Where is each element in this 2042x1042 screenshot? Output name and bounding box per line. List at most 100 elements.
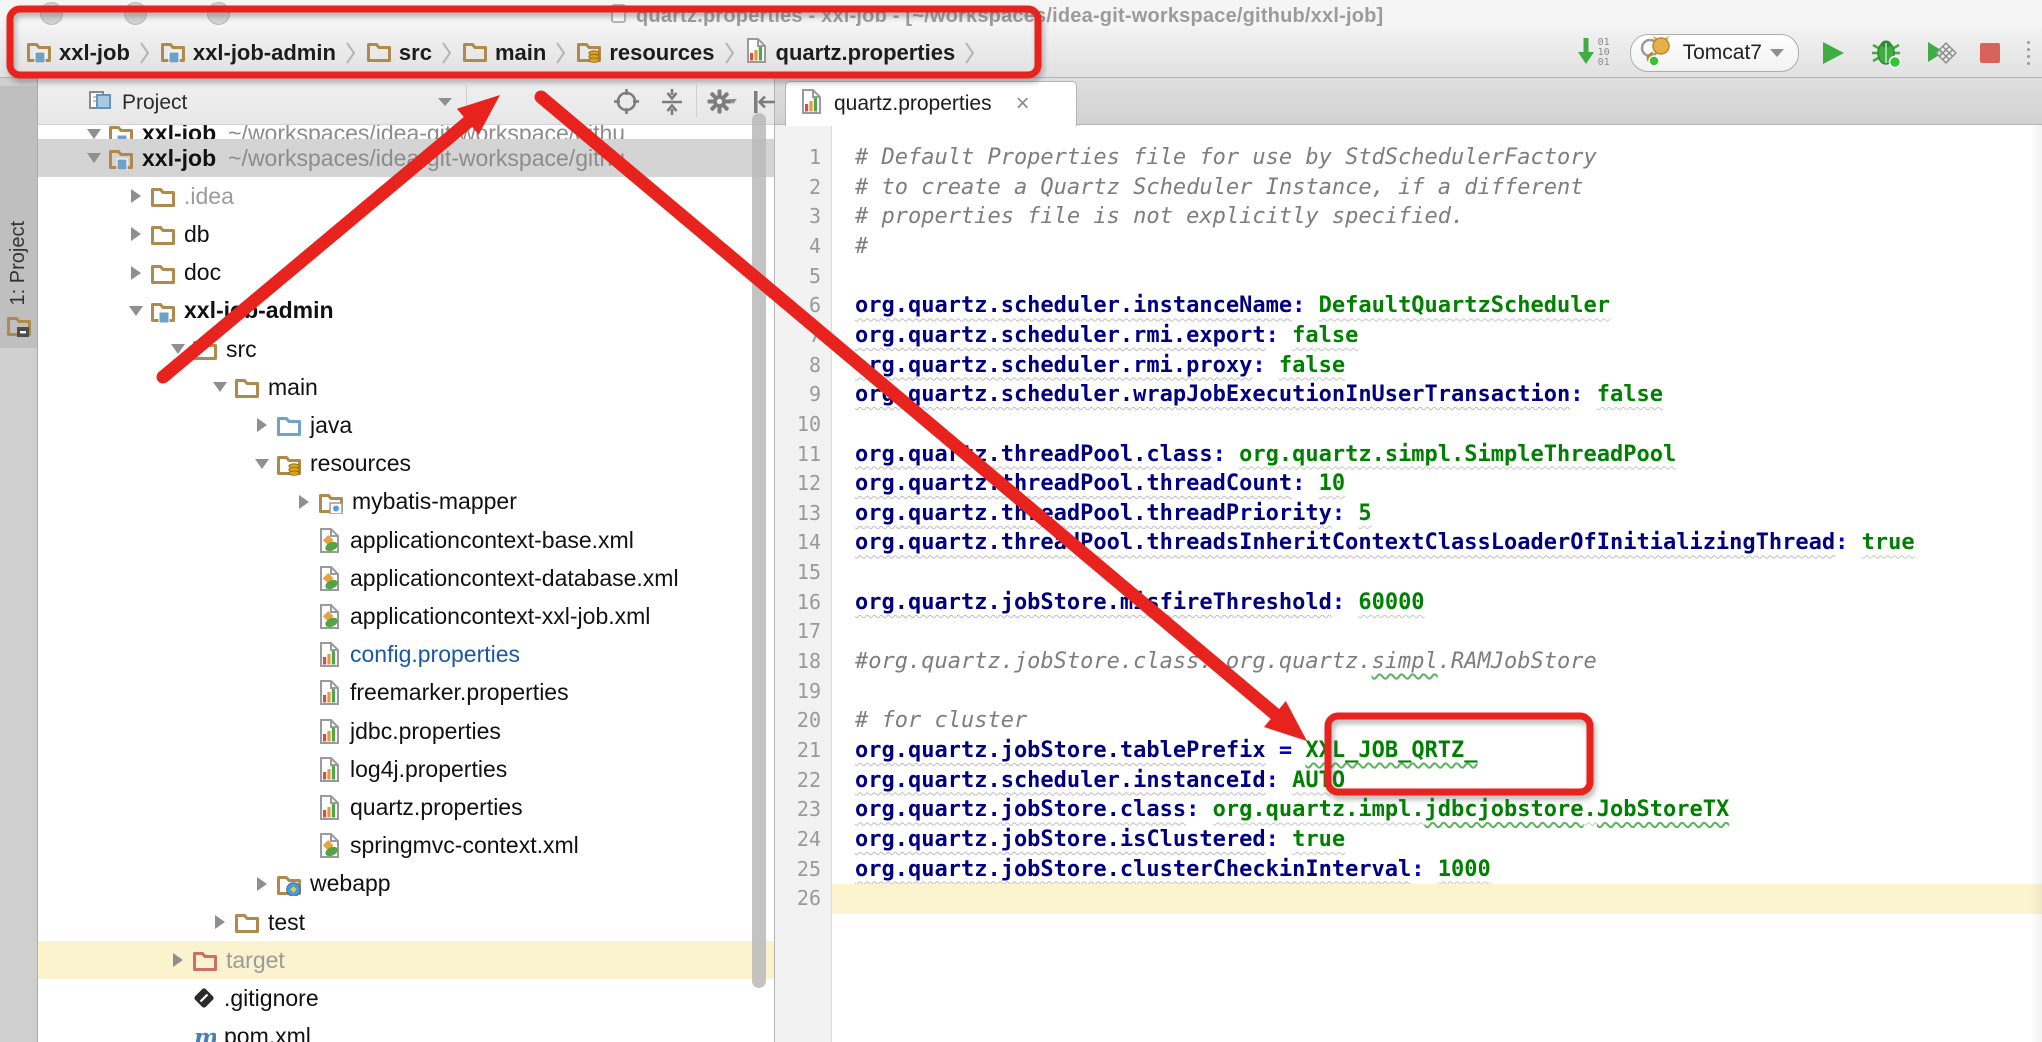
locate-file-button[interactable] — [613, 88, 640, 115]
code-line[interactable]: org.quartz.threadPool.class: org.quartz.… — [855, 440, 1676, 470]
code-line[interactable]: # for cluster — [855, 706, 1027, 736]
code-line[interactable]: # properties file is not explicitly spec… — [855, 202, 1464, 232]
tree-item-resources[interactable]: resources — [38, 445, 774, 483]
code-line[interactable]: org.quartz.jobStore.isClustered: true — [855, 825, 1345, 855]
stop-button[interactable] — [1977, 40, 2003, 66]
collapse-all-button[interactable] — [658, 88, 686, 116]
module-folder-icon — [150, 299, 176, 323]
code-line[interactable]: org.quartz.threadPool.threadsInheritCont… — [855, 528, 1915, 558]
chevron-down-icon[interactable] — [438, 98, 452, 106]
settings-gear-button[interactable] — [706, 88, 740, 116]
tree-item-test[interactable]: test — [38, 903, 774, 941]
breadcrumb-item-quartz.properties[interactable]: quartz.properties — [745, 37, 956, 69]
tree-item-config.properties[interactable]: config.properties — [38, 636, 774, 674]
code-line[interactable]: org.quartz.threadPool.threadPriority: 5 — [855, 499, 1372, 529]
expand-toggle[interactable] — [124, 266, 148, 280]
code-line[interactable]: org.quartz.scheduler.wrapJobExecutionInU… — [855, 380, 1663, 410]
run-button[interactable] — [1819, 39, 1847, 67]
run-with-coverage-button[interactable] — [1925, 38, 1957, 68]
tree-item-webapp[interactable]: webapp — [38, 865, 774, 903]
tree-item-xxl-job[interactable]: xxl-job~/workspaces/idea-git-workspace/g… — [38, 139, 774, 177]
debug-button[interactable] — [1867, 37, 1905, 69]
tree-item-java[interactable]: java — [38, 406, 774, 444]
run-configuration-select[interactable]: Tomcat7 — [1630, 34, 1799, 72]
tree-item-applicationcontext-xxl-job.xml[interactable]: applicationcontext-xxl-job.xml — [38, 597, 774, 635]
title-bar: quartz.properties - xxl-job - [~/workspa… — [0, 0, 2042, 29]
tree-item-quartz.properties[interactable]: quartz.properties — [38, 788, 774, 826]
tree-item-.idea[interactable]: .idea — [38, 177, 774, 215]
expand-toggle[interactable] — [124, 306, 148, 316]
tomcat-icon — [1639, 35, 1675, 72]
expand-toggle[interactable] — [166, 953, 190, 967]
close-window-button[interactable] — [40, 2, 63, 25]
code-segment: 60000 — [1358, 590, 1424, 615]
expand-toggle[interactable] — [124, 189, 148, 203]
code-line[interactable]: org.quartz.scheduler.instanceName: Defau… — [855, 291, 1610, 321]
expand-toggle[interactable] — [292, 495, 316, 509]
expand-toggle[interactable] — [250, 418, 274, 432]
code-line[interactable]: org.quartz.scheduler.rmi.export: false — [855, 321, 1358, 351]
tab-quartz-properties[interactable]: quartz.properties × — [785, 81, 1077, 126]
tree-item-applicationcontext-database.xml[interactable]: applicationcontext-database.xml — [38, 559, 774, 597]
tree-item-main[interactable]: main — [38, 368, 774, 406]
tree-item-target[interactable]: target — [38, 941, 774, 979]
code-line[interactable]: org.quartz.jobStore.tablePrefix = XXL_JO… — [855, 736, 1478, 766]
code-line[interactable]: org.quartz.jobStore.misfireThreshold: 60… — [855, 588, 1425, 618]
code-segment: org.quartz.jobStore.tablePrefix — [855, 738, 1266, 763]
code-line[interactable]: # to create a Quartz Scheduler Instance,… — [855, 173, 1583, 203]
tree-item-freemarker.properties[interactable]: freemarker.properties — [38, 674, 774, 712]
tree-item-jdbc.properties[interactable]: jdbc.properties — [38, 712, 774, 750]
editor-body[interactable]: 1234567891011121314151617181920212223242… — [775, 125, 2042, 1042]
maven-file-icon: m — [192, 1024, 216, 1042]
breadcrumb-item-src[interactable]: src — [366, 39, 432, 68]
tree-item-applicationcontext-base.xml[interactable]: applicationcontext-base.xml — [38, 521, 774, 559]
code-line[interactable]: # Default Properties file for use by Std… — [855, 143, 1597, 173]
tree-item-log4j.properties[interactable]: log4j.properties — [38, 750, 774, 788]
expand-toggle[interactable] — [82, 153, 106, 163]
code-line[interactable]: org.quartz.jobStore.class: org.quartz.im… — [855, 795, 1729, 825]
code-line[interactable]: # — [855, 232, 868, 262]
tree-item-.gitignore[interactable]: .gitignore — [38, 979, 774, 1017]
breadcrumb-item-xxl-job-admin[interactable]: xxl-job-admin — [160, 39, 336, 68]
expand-toggle[interactable] — [208, 382, 232, 392]
hide-panel-button[interactable] — [750, 88, 778, 116]
tree-item-src[interactable]: src — [38, 330, 774, 368]
expand-toggle[interactable] — [82, 129, 106, 139]
breadcrumb-label: main — [495, 40, 546, 66]
code-line[interactable]: org.quartz.jobStore.clusterCheckinInterv… — [855, 855, 1491, 885]
breadcrumb-item-xxl-job[interactable]: xxl-job — [26, 39, 130, 68]
tree-item-mybatis-mapper[interactable]: mybatis-mapper — [38, 483, 774, 521]
folder-icon — [234, 375, 260, 399]
tree-item-label: webapp — [310, 870, 391, 897]
tree-item-xxl-job-admin[interactable]: xxl-job-admin — [38, 292, 774, 330]
expand-toggle[interactable] — [166, 344, 190, 354]
excluded-folder-icon — [192, 948, 218, 972]
line-number: 22 — [781, 766, 821, 796]
code-segment: false — [1279, 353, 1345, 378]
code-segment: #org.quartz.jobStore.class: org.quartz. — [855, 649, 1372, 674]
breadcrumb-item-resources[interactable]: resources — [576, 39, 714, 68]
tree-item-db[interactable]: db — [38, 215, 774, 253]
chevron-right-icon — [555, 38, 567, 68]
expand-toggle[interactable] — [208, 915, 232, 929]
expand-toggle[interactable] — [250, 459, 274, 469]
project-tool-window-button[interactable]: 1: Project — [0, 86, 37, 348]
tree-item-pom.xml[interactable]: mpom.xml — [38, 1018, 774, 1042]
code-line[interactable]: #org.quartz.jobStore.class: org.quartz.s… — [855, 647, 1597, 677]
expand-toggle[interactable] — [250, 877, 274, 891]
minimize-window-button[interactable] — [124, 2, 147, 25]
code-line[interactable]: org.quartz.threadPool.threadCount: 10 — [855, 469, 1345, 499]
update-project-button[interactable]: 011001 — [1576, 35, 1610, 72]
code-line[interactable]: org.quartz.scheduler.rmi.proxy: false — [855, 351, 1345, 381]
code-segment: : — [1292, 471, 1319, 496]
zoom-window-button[interactable] — [207, 2, 230, 25]
code-line[interactable]: org.quartz.scheduler.instanceId: AUTO — [855, 766, 1345, 796]
tree-item-doc[interactable]: doc — [38, 254, 774, 292]
close-tab-icon[interactable]: × — [1016, 94, 1030, 114]
tree-item-springmvc-context.xml[interactable]: springmvc-context.xml — [38, 827, 774, 865]
breadcrumb-item-main[interactable]: main — [462, 39, 546, 68]
tree-scrollbar-thumb[interactable] — [752, 113, 766, 988]
tree-item-label: applicationcontext-base.xml — [350, 527, 634, 554]
expand-toggle[interactable] — [124, 227, 148, 241]
line-number: 17 — [781, 617, 821, 647]
